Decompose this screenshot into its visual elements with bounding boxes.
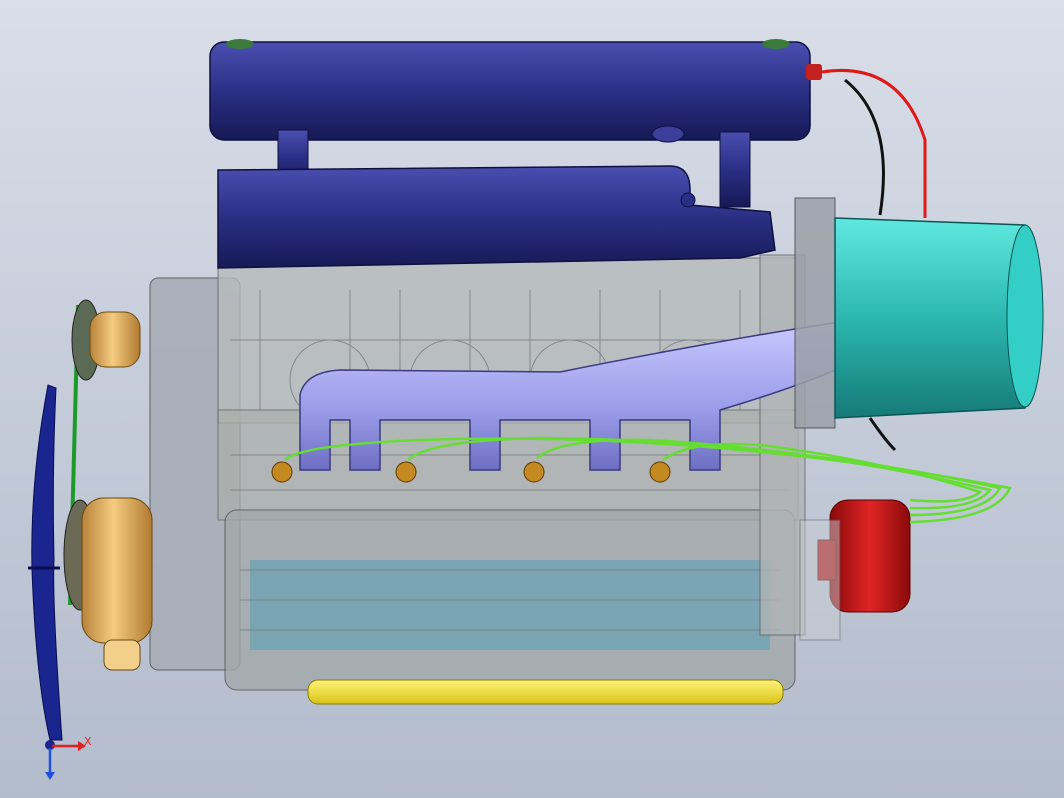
distributor-housing[interactable] bbox=[794, 197, 1044, 429]
battery-wire-red[interactable] bbox=[821, 68, 927, 218]
water-pump-pulley[interactable] bbox=[71, 299, 141, 381]
starter-motor[interactable] bbox=[799, 499, 911, 641]
coordinate-triad: X bbox=[45, 735, 92, 780]
engine-assembly-model[interactable]: X bbox=[0, 0, 1064, 798]
cad-viewport[interactable]: X bbox=[0, 0, 1064, 798]
intake-plenum[interactable] bbox=[217, 165, 776, 269]
oil-pan[interactable] bbox=[307, 679, 784, 705]
engine-block[interactable] bbox=[149, 254, 806, 691]
cooling-fan[interactable] bbox=[28, 384, 63, 741]
x-axis-label: X bbox=[84, 735, 92, 748]
crank-pulley[interactable] bbox=[63, 497, 153, 671]
